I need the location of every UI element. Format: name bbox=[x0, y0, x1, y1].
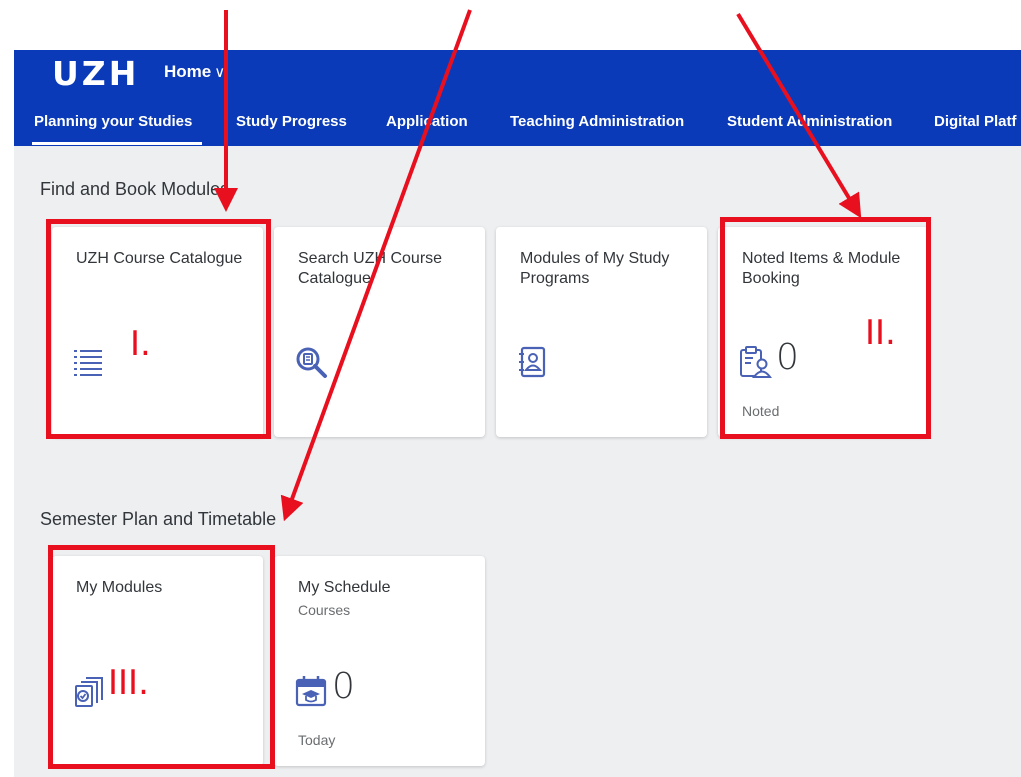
group-title-semester-plan-and-timetable: Semester Plan and Timetable bbox=[40, 509, 277, 529]
tab-study-progress[interactable]: Study Progress bbox=[236, 113, 347, 130]
tab-teaching-administration[interactable]: Teaching Administration bbox=[510, 113, 684, 130]
tile-subtitle: Courses bbox=[298, 602, 351, 618]
tile-modules-of-my-study-programs[interactable]: Modules of My Study Programs bbox=[496, 227, 707, 437]
tab-application[interactable]: Application bbox=[386, 113, 468, 130]
group-title-find-and-book-modules: Find and Book Modules bbox=[40, 179, 230, 199]
tile-my-schedule[interactable]: My Schedule Courses 0 Today bbox=[274, 556, 485, 766]
selected-tab-indicator bbox=[32, 142, 202, 145]
schedule-count: 0 bbox=[332, 666, 355, 707]
address-book-icon bbox=[519, 346, 546, 378]
tab-bar: Planning your Studies Study Progress App… bbox=[14, 98, 1021, 146]
home-menu-button[interactable]: Home ∨ bbox=[164, 62, 225, 82]
search-catalogue-icon bbox=[296, 347, 327, 378]
tile-title: Search UZH Course Catalogue bbox=[298, 250, 443, 287]
tab-planning-your-studies[interactable]: Planning your Studies bbox=[34, 113, 192, 130]
uzh-logo[interactable]: UZH bbox=[52, 54, 139, 93]
annotation-label-1: I. bbox=[130, 324, 151, 364]
highlight-box-my-modules bbox=[48, 545, 275, 769]
tile-footer: Today bbox=[298, 732, 336, 748]
tile-title: Modules of My Study Programs bbox=[520, 250, 670, 287]
highlight-box-noted-items bbox=[720, 217, 931, 439]
chevron-down-icon: ∨ bbox=[214, 64, 226, 81]
tile-title: My Schedule bbox=[298, 579, 391, 596]
shell-header: UZH Home ∨ bbox=[14, 50, 1021, 98]
highlight-box-course-catalogue bbox=[46, 219, 271, 439]
home-menu-label: Home bbox=[164, 62, 212, 81]
tab-student-administration[interactable]: Student Administration bbox=[727, 113, 892, 130]
calendar-education-icon bbox=[295, 676, 327, 707]
tile-search-uzh-course-catalogue[interactable]: Search UZH Course Catalogue bbox=[274, 227, 485, 437]
annotation-label-2: II. bbox=[865, 313, 896, 353]
tab-digital-platforms[interactable]: Digital Platf bbox=[934, 113, 1017, 130]
annotation-label-3: III. bbox=[108, 663, 149, 703]
